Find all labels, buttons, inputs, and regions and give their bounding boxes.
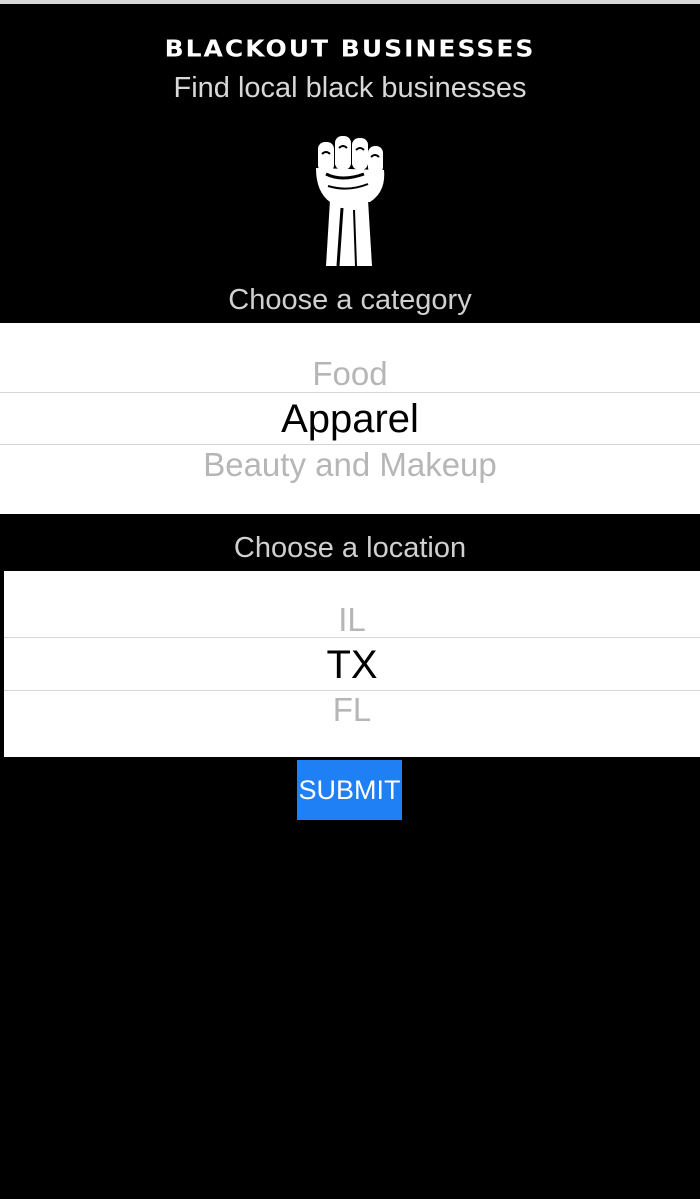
location-picker[interactable]: IL TX FL <box>4 571 700 757</box>
category-option-selected[interactable]: Apparel <box>0 397 700 442</box>
raised-fist-icon <box>316 136 385 267</box>
app-subtitle: Find local black businesses <box>173 72 527 104</box>
location-option-above[interactable]: IL <box>4 601 700 639</box>
location-option-below[interactable]: FL <box>4 691 700 729</box>
top-border <box>0 0 700 4</box>
location-option-selected[interactable]: TX <box>4 643 700 688</box>
submit-button[interactable]: SUBMIT <box>297 760 402 820</box>
category-picker[interactable]: Food Apparel Beauty and Makeup <box>0 323 700 514</box>
picker-divider-bottom <box>0 444 700 445</box>
picker-divider-top <box>0 392 700 393</box>
category-option-above[interactable]: Food <box>0 355 700 393</box>
app-title: BLACKOUT BUSINESSES <box>164 35 536 62</box>
category-option-below[interactable]: Beauty and Makeup <box>0 446 700 484</box>
category-label: Choose a category <box>228 284 472 316</box>
picker-divider-top <box>4 637 700 638</box>
location-label: Choose a location <box>233 532 467 564</box>
